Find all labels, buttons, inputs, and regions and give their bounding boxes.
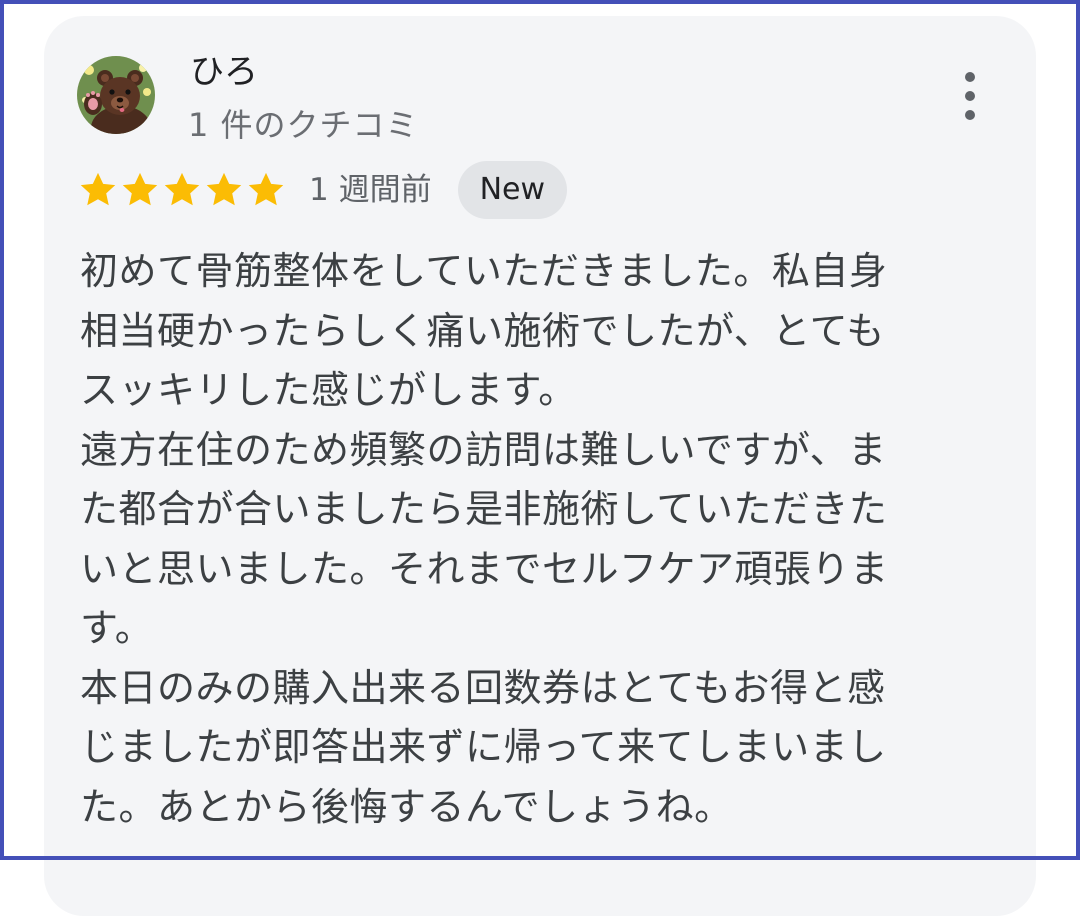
star-icon (164, 172, 200, 206)
review-time: 1 週間前 (309, 172, 432, 208)
review-text-line: た。あとから後悔するんでしょうね。 (80, 784, 733, 829)
rating-row: 1 週間前 New (77, 161, 568, 219)
more-options-button[interactable] (950, 68, 990, 124)
review-text-line: スッキリした感じがします。 (80, 368, 577, 412)
review-text-line: 相当硬かったらしく痛い施術でしたが、とても (80, 308, 885, 353)
author-review-count[interactable]: 1 件のクチコミ (188, 104, 419, 146)
review-text: 初めて骨筋整体をしていただきました。私自身 相当硬かったらしく痛い施術でしたが、と… (80, 242, 980, 837)
review-text-line: す。 (80, 606, 154, 650)
new-badge: New (457, 161, 568, 219)
author-name[interactable]: ひろ (190, 50, 258, 94)
review-text-line: じましたが即答出来ずに帰って来てしまいまし (80, 725, 887, 769)
star-icon (122, 172, 158, 206)
bear-avatar-icon (77, 56, 155, 134)
more-vert-icon (965, 72, 975, 82)
author-avatar[interactable] (77, 56, 155, 134)
star-icon (206, 172, 242, 206)
star-icon (80, 172, 116, 206)
review-text-line: 遠方在住のため頻繁の訪問は難しいですが、ま (80, 427, 887, 472)
review-text-line: 初めて骨筋整体をしていただきました。私自身 (80, 249, 888, 293)
review-text-line: た都合が合いましたら是非施術していただきた (80, 487, 888, 531)
star-icon (248, 172, 284, 206)
review-text-line: いと思いました。それまでセルフケア頑張りま (80, 546, 889, 591)
review-text-line: 本日のみの購入出来る回数券はとてもお得と感 (80, 665, 886, 710)
more-vert-icon-dot (965, 110, 975, 120)
more-vert-icon-dot (965, 91, 975, 101)
star-rating (77, 169, 287, 211)
